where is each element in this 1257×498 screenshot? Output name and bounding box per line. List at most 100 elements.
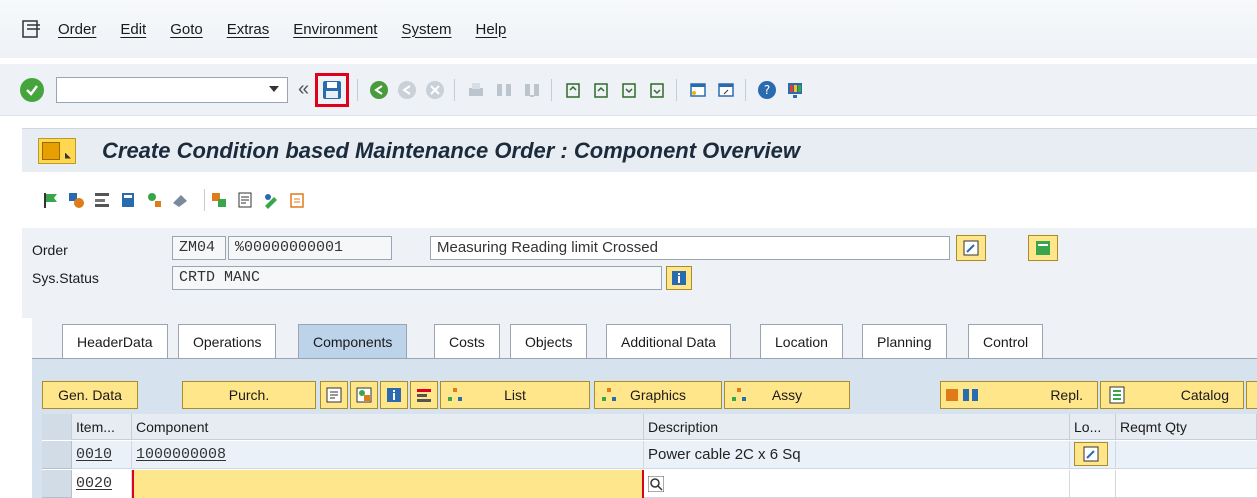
info-icon	[672, 271, 686, 285]
customize-layout-icon[interactable]	[784, 79, 806, 101]
order-description-field[interactable]: Measuring Reading limit Crossed	[430, 236, 950, 260]
last-page-icon[interactable]	[646, 79, 668, 101]
order-number-field[interactable]: %00000000001	[228, 236, 392, 260]
column-component[interactable]: Component	[132, 414, 644, 440]
catalog-button[interactable]: Catalog	[1100, 381, 1244, 409]
tab-objects[interactable]: Objects	[510, 324, 588, 358]
long-text-button[interactable]	[956, 235, 986, 261]
tree-icon	[732, 388, 746, 401]
back-icon[interactable]	[368, 79, 390, 101]
menu-extras[interactable]: Extras	[227, 21, 270, 38]
standard-toolbar: « ?	[0, 64, 1257, 116]
column-lo[interactable]: Lo...	[1070, 414, 1116, 440]
replace-icon	[946, 389, 978, 401]
ok-icon[interactable]	[20, 77, 44, 102]
save-icon	[323, 80, 342, 99]
tab-additional-data[interactable]: Additional Data	[606, 324, 731, 358]
gen-data-button[interactable]: Gen. Data	[42, 381, 138, 409]
hierarchy-icon[interactable]	[92, 190, 112, 210]
print-icon[interactable]	[465, 79, 487, 101]
document-list-icon[interactable]	[235, 190, 255, 210]
help-icon[interactable]: ?	[756, 79, 778, 101]
title-bar: Create Condition based Maintenance Order…	[22, 128, 1257, 172]
cancel-icon[interactable]	[424, 79, 446, 101]
repl-button[interactable]: Repl.	[940, 381, 1098, 409]
item-cell[interactable]: 0010	[72, 441, 132, 469]
tree-icon	[602, 388, 616, 401]
purch-button[interactable]: Purch.	[182, 381, 316, 409]
create-session-icon[interactable]	[687, 79, 709, 101]
description-cell[interactable]	[644, 470, 1070, 498]
order-type-field[interactable]: ZM04	[172, 236, 226, 260]
tab-components[interactable]: Components	[298, 324, 408, 358]
menu-edit[interactable]: Edit	[120, 21, 146, 38]
select-all-cell[interactable]	[42, 414, 72, 440]
edit-pen-icon[interactable]	[261, 190, 281, 210]
menu-help[interactable]: Help	[475, 21, 506, 38]
menu-environment[interactable]: Environment	[293, 21, 377, 38]
double-chevron-left-icon[interactable]: «	[298, 78, 309, 101]
toolbar-separator	[204, 189, 205, 211]
menu-system[interactable]: System	[401, 21, 451, 38]
lo-cell[interactable]	[1070, 441, 1116, 469]
clipboard-icon[interactable]	[287, 190, 307, 210]
toolbar-separator	[745, 78, 747, 101]
tab-location[interactable]: Location	[760, 324, 843, 358]
menu-order[interactable]: Order	[58, 21, 96, 38]
description-cell[interactable]: Power cable 2C x 6 Sq	[644, 441, 1070, 469]
tab-headerdata[interactable]: HeaderData	[62, 324, 168, 358]
menu-toggle-icon[interactable]	[22, 20, 44, 38]
assign-icon[interactable]	[350, 381, 378, 409]
tab-control[interactable]: Control	[968, 324, 1044, 358]
calculator-icon[interactable]	[118, 190, 138, 210]
order-label: Order	[32, 242, 68, 258]
component-cell[interactable]: 1000000008	[132, 441, 644, 469]
reqmt-qty-cell[interactable]	[1116, 441, 1257, 469]
assy-button[interactable]: Assy	[724, 381, 850, 409]
info-icon[interactable]	[380, 381, 408, 409]
first-page-icon[interactable]	[562, 79, 584, 101]
lo-cell[interactable]	[1070, 470, 1116, 498]
exit-icon[interactable]	[396, 79, 418, 101]
item-cell[interactable]: 0020	[72, 470, 132, 498]
tab-costs[interactable]: Costs	[434, 324, 500, 358]
status-overview-button[interactable]	[1028, 235, 1058, 261]
more-icon[interactable]	[1246, 381, 1257, 409]
table-row[interactable]: 0010 1000000008 Power cable 2C x 6 Sq	[72, 441, 1257, 469]
status-field: CRTD MANC	[172, 266, 662, 290]
table-row[interactable]: 0020	[72, 470, 1257, 498]
find-icon[interactable]	[493, 79, 515, 101]
reqmt-qty-cell[interactable]	[1116, 470, 1257, 498]
column-item[interactable]: Item...	[72, 414, 132, 440]
graphics-button[interactable]: Graphics	[594, 381, 722, 409]
long-text-button[interactable]	[1074, 442, 1108, 466]
next-page-icon[interactable]	[618, 79, 640, 101]
row-selector[interactable]	[42, 441, 72, 469]
menu-goto[interactable]: Goto	[170, 21, 203, 38]
status-info-button[interactable]	[666, 266, 692, 290]
menu-icon	[42, 141, 60, 160]
table-header: Item... Component Description Lo... Reqm…	[42, 414, 1257, 440]
component-icon[interactable]	[209, 190, 229, 210]
save-button[interactable]	[315, 72, 350, 107]
person-icon[interactable]	[144, 190, 164, 210]
column-description[interactable]: Description	[644, 414, 1070, 440]
component-input[interactable]	[132, 470, 644, 498]
tab-planning[interactable]: Planning	[862, 324, 947, 358]
settings-icon[interactable]	[66, 190, 86, 210]
generate-shortcut-icon[interactable]	[715, 79, 737, 101]
flag-icon[interactable]	[40, 190, 60, 210]
eraser-icon[interactable]	[170, 190, 190, 210]
list-button[interactable]: List	[440, 381, 590, 409]
previous-page-icon[interactable]	[590, 79, 612, 101]
more-menu-button[interactable]	[38, 137, 76, 164]
find-next-icon[interactable]	[521, 79, 543, 101]
command-field[interactable]	[56, 76, 288, 103]
row-selector[interactable]	[42, 470, 72, 498]
delete-row-icon[interactable]	[410, 381, 438, 409]
chevron-down-icon[interactable]	[269, 85, 279, 92]
status-label: Sys.Status	[32, 270, 99, 286]
details-icon[interactable]	[320, 381, 348, 409]
tab-operations[interactable]: Operations	[178, 324, 277, 358]
column-reqmt-qty[interactable]: Reqmt Qty	[1116, 414, 1257, 440]
